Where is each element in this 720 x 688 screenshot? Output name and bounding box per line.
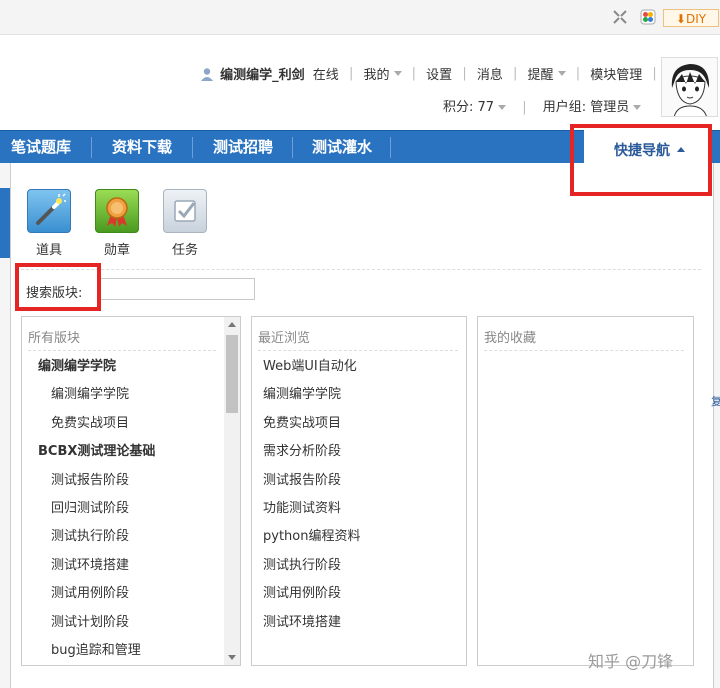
browser-toolbar: ⬇DIY (0, 0, 720, 35)
nav-divider (91, 137, 92, 158)
forum-list-scrollbar[interactable] (224, 317, 240, 665)
messages-link[interactable]: 消息 (477, 64, 503, 83)
column-divider (258, 350, 458, 351)
quick-nav-highlight (570, 124, 712, 196)
divider: | (513, 66, 518, 81)
forum-category[interactable]: 编测编学学院 (22, 353, 222, 381)
magic-wand-icon (27, 189, 71, 233)
settings-link[interactable]: 设置 (426, 64, 452, 83)
recent-item[interactable]: 测试用例阶段 (263, 580, 466, 608)
favorites-title: 我的收藏 (484, 331, 537, 346)
recent-column: 最近浏览 Web端UI自动化 编测编学学院 免费实战项目 需求分析阶段 测试报告… (251, 316, 467, 666)
page-edge-link: 复 (711, 395, 720, 408)
chevron-down-icon (393, 71, 402, 76)
favorites-column: 我的收藏 (477, 316, 694, 666)
points-menu[interactable]: 积分: 77 (443, 100, 507, 115)
forum-search-input[interactable] (99, 278, 255, 300)
diy-label: DIY (685, 12, 707, 26)
recent-item[interactable]: 需求分析阶段 (263, 438, 466, 466)
remind-menu[interactable]: 提醒 (528, 64, 566, 83)
forum-item[interactable]: 测试执行阶段 (22, 523, 222, 551)
all-forums-column: 所有版块 编测编学学院 编测编学学院 免费实战项目 BCBX测试理论基础 测试报… (21, 316, 241, 666)
divider: | (462, 66, 467, 81)
group-label: 用户组: 管理员 (542, 100, 630, 115)
my-menu[interactable]: 我的 (363, 64, 402, 83)
forum-item[interactable]: 测试计划阶段 (22, 609, 222, 637)
tool-tasks[interactable]: 任务 (161, 189, 209, 258)
section-divider (21, 269, 701, 270)
download-arrow-icon: ⬇ (675, 12, 686, 26)
nav-divider (292, 137, 293, 158)
recent-item[interactable]: 功能测试资料 (263, 495, 466, 523)
column-divider (484, 350, 684, 351)
scroll-down-arrow-icon[interactable] (228, 655, 236, 660)
forum-item[interactable]: 测试用例阶段 (22, 580, 222, 608)
recent-item[interactable]: python编程资料 (263, 523, 466, 551)
nav-item-exam-bank[interactable]: 笔试题库 (0, 131, 82, 164)
nav-divider (192, 137, 193, 158)
tool-tasks-label: 任务 (171, 243, 198, 258)
scroll-thumb[interactable] (226, 335, 238, 413)
my-menu-label: 我的 (363, 68, 390, 83)
forum-item[interactable]: bug追踪和管理 (22, 637, 222, 665)
tool-medals-label: 勋章 (103, 243, 130, 258)
nav-item-chat[interactable]: 测试灌水 (294, 131, 390, 164)
forum-item[interactable]: 编测编学学院 (22, 381, 222, 409)
tool-medals[interactable]: 勋章 (93, 189, 141, 258)
tool-props-label: 道具 (35, 243, 62, 258)
forum-item[interactable]: 测试环境搭建 (22, 552, 222, 580)
scroll-up-arrow-icon[interactable] (228, 322, 236, 327)
online-status: 在线 (312, 68, 339, 83)
task-check-icon (163, 189, 207, 233)
recent-title: 最近浏览 (258, 331, 311, 346)
module-manage-link[interactable]: 模块管理 (590, 64, 642, 83)
recent-list: Web端UI自动化 编测编学学院 免费实战项目 需求分析阶段 测试报告阶段 功能… (252, 353, 466, 637)
divider: | (348, 66, 354, 81)
column-divider (28, 350, 216, 351)
all-forums-title: 所有版块 (28, 331, 81, 346)
all-forums-list: 编测编学学院 编测编学学院 免费实战项目 BCBX测试理论基础 测试报告阶段 回… (22, 353, 222, 665)
remind-label: 提醒 (527, 68, 554, 83)
diy-button[interactable]: ⬇DIY (663, 9, 719, 27)
recent-item[interactable]: 编测编学学院 (263, 381, 466, 409)
forum-item[interactable]: 回归测试阶段 (22, 495, 222, 523)
banner-edge (0, 188, 10, 258)
user-icon (201, 67, 213, 81)
chevron-down-icon (633, 105, 642, 110)
recent-item[interactable]: 免费实战项目 (263, 410, 466, 438)
forum-item[interactable]: 免费实战项目 (22, 410, 222, 438)
recent-item[interactable]: Web端UI自动化 (263, 353, 466, 381)
divider: | (411, 66, 417, 81)
avatar[interactable] (661, 57, 718, 117)
points-label: 积分: 77 (443, 100, 495, 115)
chevron-down-icon (498, 105, 507, 110)
divider: | (522, 100, 527, 115)
recent-item[interactable]: 测试执行阶段 (263, 552, 466, 580)
chevron-down-icon (557, 71, 566, 76)
recent-item[interactable]: 测试环境搭建 (263, 609, 466, 637)
tool-props[interactable]: 道具 (25, 189, 73, 258)
watermark: 知乎 @刀锋 (588, 652, 674, 671)
color-palette-icon[interactable] (640, 9, 656, 25)
nav-divider (390, 137, 391, 158)
nav-item-downloads[interactable]: 资料下载 (93, 131, 191, 164)
nav-item-jobs[interactable]: 测试招聘 (194, 131, 292, 164)
forum-category[interactable]: BCBX测试理论基础 (22, 438, 222, 466)
group-menu[interactable]: 用户组: 管理员 (543, 100, 642, 115)
user-bar: 编测编学_利剑 在线 | 我的 | 设置 | 消息 | 提醒 | 模块管理 | … (200, 64, 693, 83)
user-stats: 积分: 77 | 用户组: 管理员 (443, 96, 642, 115)
search-label-highlight (15, 263, 101, 311)
quick-nav-panel: 道具 勋章 任务 搜索版块: 所有版块 编测编学学院 编测编学学院 免费实战项目… (10, 163, 714, 688)
divider: | (575, 66, 581, 81)
shrink-arrows-icon[interactable] (612, 9, 628, 25)
medal-icon (95, 189, 139, 233)
recent-item[interactable]: 测试报告阶段 (263, 467, 466, 495)
forum-item[interactable]: 测试报告阶段 (22, 467, 222, 495)
username-link[interactable]: 编测编学_利剑 (220, 64, 305, 83)
avatar-illustration-icon (671, 64, 710, 116)
divider: | (652, 66, 657, 81)
